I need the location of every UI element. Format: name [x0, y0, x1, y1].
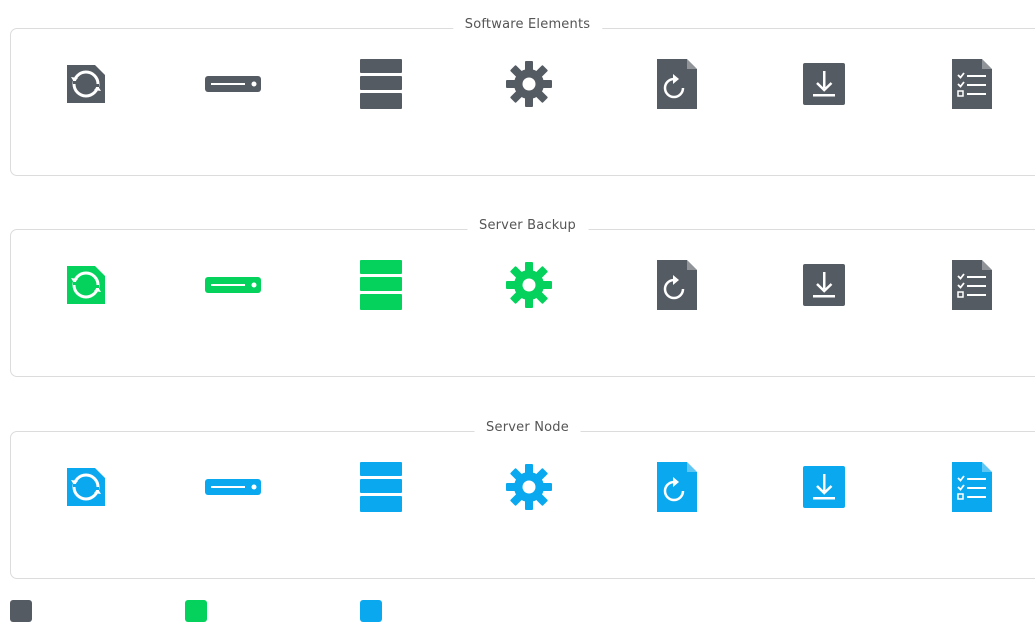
group-header: Server Backup [466, 218, 589, 234]
device-icon [173, 258, 293, 312]
restore-file-icon [617, 258, 737, 312]
download-icon [764, 460, 884, 514]
sync-icon [26, 57, 146, 111]
diagram-node [617, 258, 737, 326]
device-icon [173, 460, 293, 514]
diagram-node [321, 57, 441, 125]
gear-icon [469, 258, 589, 312]
device-icon [173, 57, 293, 111]
group-title: Software Elements [464, 17, 591, 32]
diagram-node [26, 258, 146, 326]
diagram-node [617, 57, 737, 125]
gear-icon [469, 57, 589, 111]
diagram-node [764, 57, 884, 125]
group-box: Server Backup [10, 218, 1035, 377]
diagram-node [912, 57, 1032, 125]
diagram-node [173, 258, 293, 326]
diagram-node [469, 460, 589, 528]
checklist-icon [912, 57, 1032, 111]
storage-icon [321, 460, 441, 514]
diagram-node [321, 460, 441, 528]
diagram-node [912, 258, 1032, 326]
sync-icon [26, 258, 146, 312]
diagram-node [764, 460, 884, 528]
group-header: Server Node [474, 420, 581, 436]
download-icon [764, 258, 884, 312]
checklist-icon [912, 460, 1032, 514]
checklist-icon [912, 258, 1032, 312]
group-box: Software Elements [10, 17, 1035, 176]
gear-icon [469, 460, 589, 514]
group-box: Server Node [10, 420, 1035, 579]
sync-icon [26, 460, 146, 514]
diagram-node [912, 460, 1032, 528]
diagram-node [173, 57, 293, 125]
diagram-node [26, 460, 146, 528]
restore-file-icon [617, 460, 737, 514]
download-icon [764, 57, 884, 111]
group-title: Server Node [486, 420, 569, 435]
storage-icon [321, 57, 441, 111]
diagram-node [26, 57, 146, 125]
diagram-node [469, 258, 589, 326]
diagram-node [617, 460, 737, 528]
group-header: Software Elements [452, 17, 603, 33]
group-title: Server Backup [478, 218, 577, 233]
restore-file-icon [617, 57, 737, 111]
diagram-node [469, 57, 589, 125]
diagram-node [173, 460, 293, 528]
diagram-node [321, 258, 441, 326]
storage-icon [321, 258, 441, 312]
diagram-node [764, 258, 884, 326]
